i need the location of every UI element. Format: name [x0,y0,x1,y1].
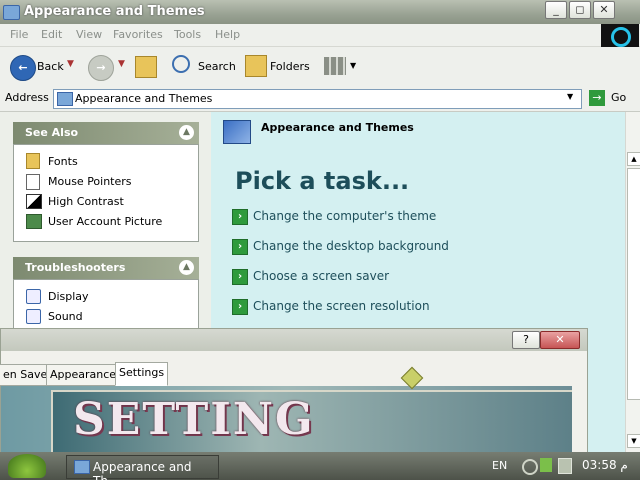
start-button-icon[interactable] [8,454,46,478]
see-also-header[interactable]: See Also ▲ [13,122,199,144]
see-also-item-mouse-pointers[interactable]: Mouse Pointers [48,175,132,188]
troubleshooters-title: Troubleshooters [25,261,126,274]
task-change-background[interactable]: Change the desktop background [253,239,449,253]
task-screen-saver[interactable]: Choose a screen saver [253,269,389,283]
tray-clock-icon[interactable] [522,459,538,475]
task-screen-resolution[interactable]: Change the screen resolution [253,299,430,313]
go-arrow-icon[interactable]: → [589,90,605,106]
display-properties-dialog: ? ✕ en Saver Appearance Settings SETTING [0,328,588,454]
banner-word: SETTING [73,394,315,445]
task-arrow-icon: › [232,299,248,315]
category-title: Appearance and Themes [261,121,414,134]
settings-banner-image: SETTING [1,386,572,453]
taskbar-window-label: Appearance and Th... [93,460,192,488]
taskbar-clock: 03:58 م [582,458,628,472]
scroll-thumb[interactable] [627,168,640,400]
see-also-panel: Fonts Mouse Pointers High Contrast User … [13,144,199,242]
see-also-title: See Also [25,126,79,139]
tab-appearance[interactable]: Appearance [46,364,121,386]
menu-favorites[interactable]: Favorites [113,28,163,41]
tray-network-icon[interactable] [558,458,572,474]
search-icon[interactable] [172,55,190,73]
high-contrast-icon [26,194,42,209]
collapse-chevron-icon[interactable]: ▲ [179,260,194,275]
see-also-item-fonts[interactable]: Fonts [48,155,78,168]
mouse-pointer-icon [26,174,40,190]
back-arrow-icon[interactable]: ← [10,55,36,81]
task-arrow-icon: › [232,269,248,285]
troubleshooters-panel: Display Sound [13,279,199,329]
toolbar: ← Back ▼ → ▼ Search Folders ▼ [0,47,640,88]
taskbar-window-button[interactable]: Appearance and Th... [66,455,219,488]
menu-file[interactable]: File [10,28,28,41]
vertical-scrollbar[interactable]: ▲ ▼ [625,112,640,452]
scroll-up-icon[interactable]: ▲ [627,152,640,166]
help-sound-icon [26,309,41,324]
forward-dropdown-icon[interactable]: ▼ [118,59,125,69]
address-input[interactable]: Appearance and Themes ▼ [53,89,582,109]
close-button[interactable]: ✕ [593,1,615,19]
views-icon[interactable] [324,57,346,75]
taskbar: Appearance and Th... EN 03:58 م [0,452,640,488]
user-picture-icon [26,214,42,229]
menu-help[interactable]: Help [215,28,240,41]
address-label: Address [5,91,49,104]
title-bar: Appearance and Themes _ ◻ ✕ [0,0,640,24]
menu-view[interactable]: View [76,28,102,41]
address-dropdown-icon[interactable]: ▼ [567,92,573,101]
tray-security-icon[interactable] [540,458,552,472]
task-change-theme[interactable]: Change the computer's theme [253,209,436,223]
task-arrow-icon: › [232,239,248,255]
go-button[interactable]: Go [611,91,626,104]
logo-ring-icon [611,27,631,47]
see-also-item-user-account-picture[interactable]: User Account Picture [48,215,162,228]
pick-task-heading: Pick a task... [235,167,410,195]
menu-tools[interactable]: Tools [174,28,201,41]
fonts-folder-icon [26,153,40,169]
up-folder-icon[interactable] [135,56,157,78]
back-dropdown-icon[interactable]: ▼ [67,59,74,69]
window-title: Appearance and Themes [24,4,205,19]
forward-arrow-icon[interactable]: → [88,55,114,81]
back-label[interactable]: Back [37,60,64,73]
menu-edit[interactable]: Edit [41,28,62,41]
dialog-title-bar[interactable]: ? ✕ [1,329,587,351]
dialog-help-button[interactable]: ? [512,331,540,349]
collapse-chevron-icon[interactable]: ▲ [179,125,194,140]
tab-settings[interactable]: Settings [115,362,169,386]
appearance-themes-icon [223,120,251,144]
help-display-icon [26,289,41,304]
menu-bar: File Edit View Favorites Tools Help [0,24,640,47]
task-arrow-icon: › [232,209,248,225]
address-value: Appearance and Themes [75,92,213,105]
folders-label[interactable]: Folders [270,60,310,73]
language-indicator[interactable]: EN [492,459,507,472]
views-dropdown-icon[interactable]: ▼ [350,61,356,70]
minimize-button[interactable]: _ [545,1,567,19]
address-bar: Address Appearance and Themes ▼ → Go [0,87,640,112]
troubleshooters-header[interactable]: Troubleshooters ▲ [13,257,199,279]
control-panel-icon [74,460,90,474]
see-also-item-high-contrast[interactable]: High Contrast [48,195,124,208]
control-panel-icon [3,5,20,20]
windows-logo [601,24,639,47]
search-label[interactable]: Search [198,60,236,73]
maximize-button[interactable]: ◻ [569,1,591,19]
troubleshooter-item-display[interactable]: Display [48,290,89,303]
scroll-down-icon[interactable]: ▼ [627,434,640,448]
troubleshooter-item-sound[interactable]: Sound [48,310,83,323]
folders-icon[interactable] [245,55,267,77]
dialog-close-button[interactable]: ✕ [540,331,580,349]
control-panel-icon [57,92,73,106]
